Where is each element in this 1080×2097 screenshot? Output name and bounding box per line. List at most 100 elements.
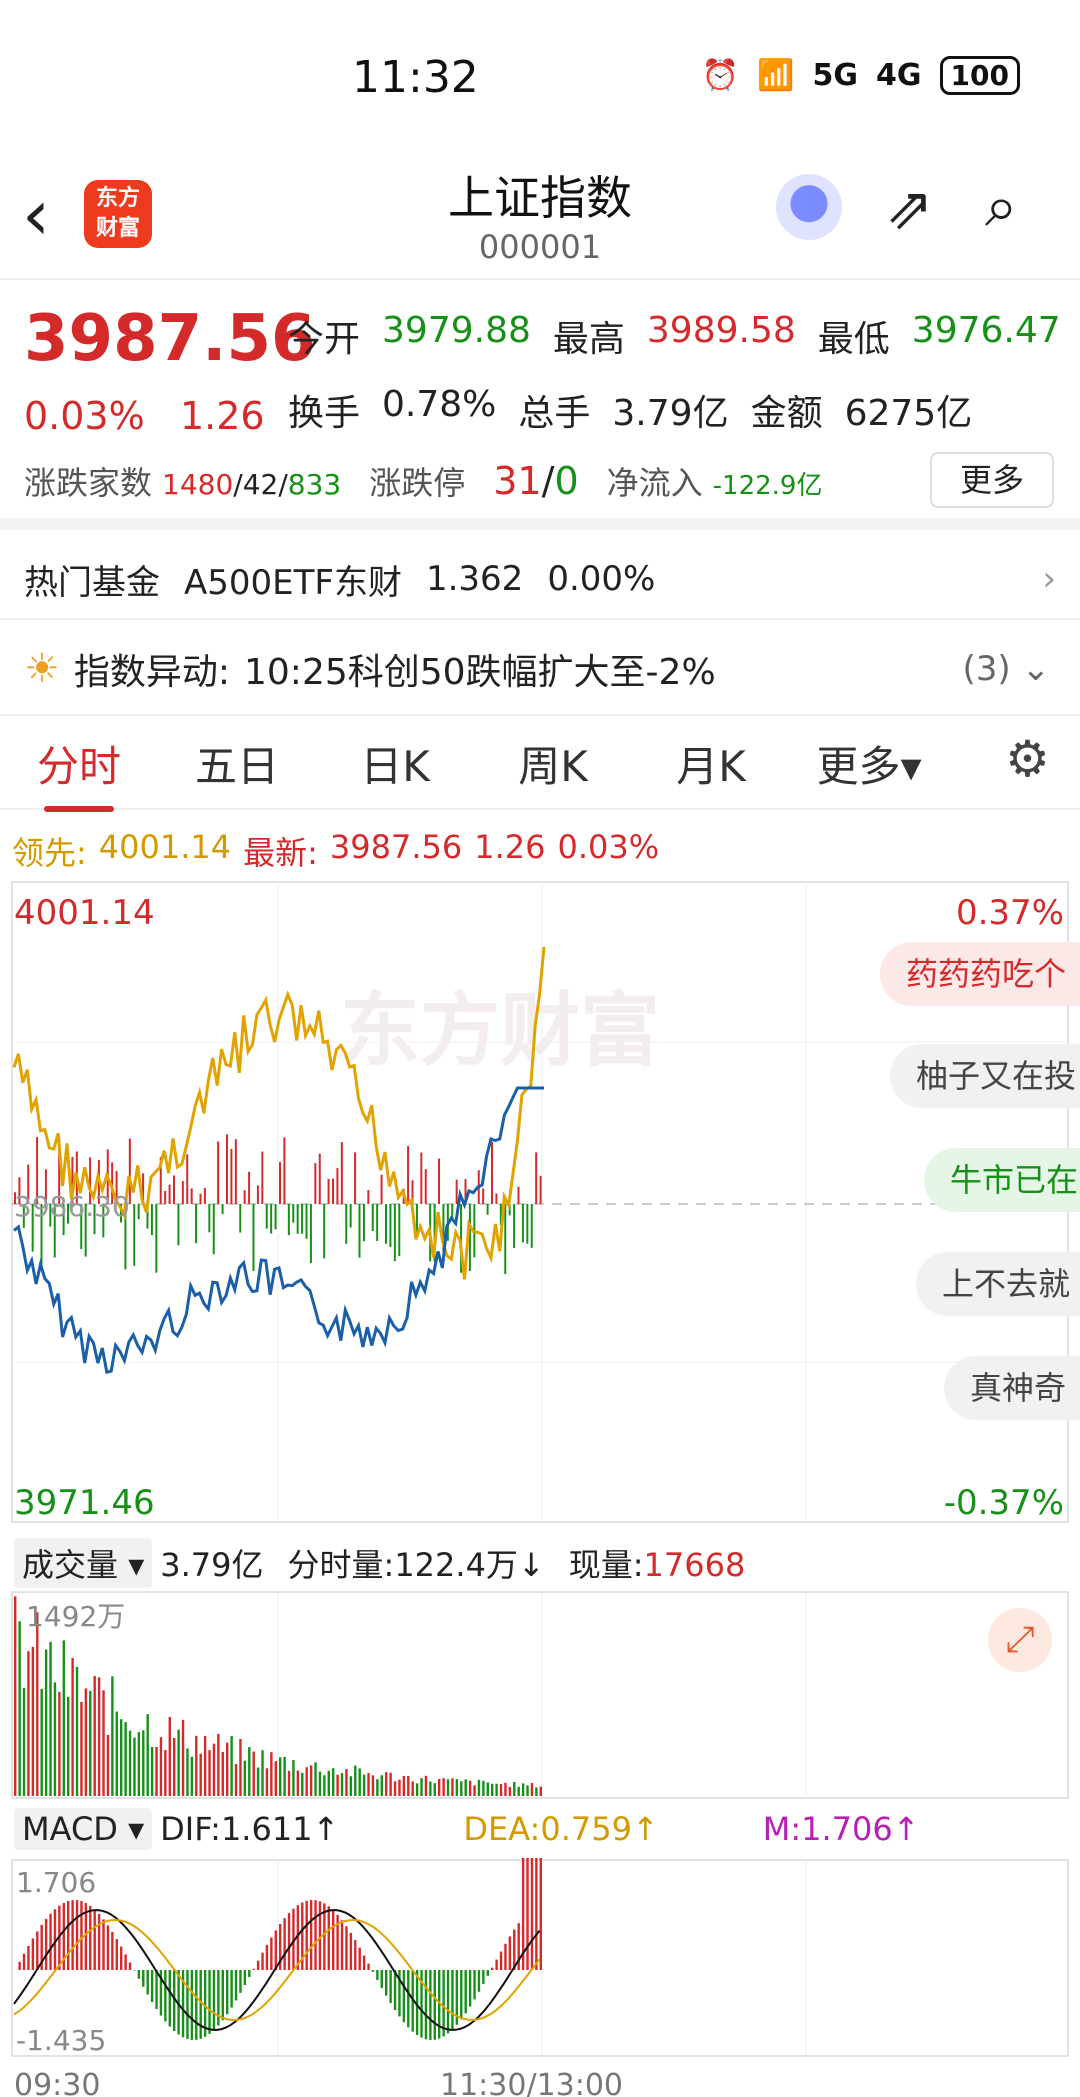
volume-bar: [212, 1743, 216, 1796]
volume-bar: [18, 1621, 21, 1796]
intraday-volume-bar: [349, 1204, 352, 1228]
volume-bar: [354, 1765, 357, 1796]
macd-bar: [318, 1901, 322, 1970]
volume-bar: [415, 1783, 419, 1796]
comment-bubble[interactable]: 真神奇: [944, 1356, 1080, 1420]
tab-five-day[interactable]: 五日: [158, 733, 316, 794]
volume-bar: [455, 1779, 459, 1796]
volume-bar: [252, 1751, 255, 1796]
volume-chart[interactable]: 1492万: [0, 1590, 1080, 1800]
macd-bar: [230, 1970, 233, 2008]
macd-bar: [460, 1970, 463, 2020]
macd-bar: [508, 1936, 512, 1970]
intraday-volume-bar: [239, 1204, 242, 1233]
volume-bar: [111, 1676, 114, 1796]
macd-bar: [283, 1918, 286, 1970]
volume-bar: [287, 1770, 291, 1796]
volume-value: 3.79亿: [612, 393, 729, 434]
intraday-volume-bar: [287, 1204, 290, 1236]
volume-bar: [36, 1612, 39, 1796]
index-alert-row[interactable]: ☀ 指数异动: 10:25科创50跌幅扩大至-2% (3) ⌄: [0, 624, 1080, 716]
comment-bubble[interactable]: 柚子又在投: [890, 1044, 1080, 1108]
macd-bar: [442, 1970, 445, 2037]
tab-intraday[interactable]: 分时: [0, 733, 158, 812]
macd-chart[interactable]: 1.706 -1.435: [0, 1858, 1080, 2058]
hot-fund-row[interactable]: 热门基金 A500ETF东财 1.362 0.00% ›: [0, 540, 1080, 620]
share-icon[interactable]: ⇗: [885, 174, 934, 242]
macd-bar: [371, 1970, 375, 1972]
volume-bar: [362, 1774, 366, 1796]
volume-selector[interactable]: 成交量 ▾: [14, 1538, 153, 1588]
volume-bar: [367, 1772, 370, 1796]
intraday-volume-bar: [340, 1142, 343, 1204]
tab-daily-k[interactable]: 日K: [316, 733, 474, 794]
macd-bar: [385, 1970, 388, 1996]
volume-bar: [168, 1716, 171, 1796]
volume-bar: [504, 1782, 507, 1796]
intraday-volume-bar: [226, 1134, 228, 1204]
up-count: 1480: [162, 468, 234, 501]
current-price: 3987.56: [24, 302, 316, 376]
macd-bar: [18, 1961, 21, 1970]
macd-bar: [464, 1970, 467, 2014]
macd-dif: DIF:1.611↑: [160, 1810, 340, 1848]
macd-bar: [199, 1970, 202, 2039]
intraday-volume-bar: [336, 1168, 339, 1204]
lead-label: 领先:: [12, 834, 87, 872]
watermark: 东方财富: [340, 984, 660, 1077]
volume-bar: [292, 1760, 295, 1796]
macd-bar: [261, 1952, 264, 1970]
chevron-right-icon: ›: [1042, 559, 1056, 599]
volume-bar: [97, 1677, 101, 1796]
macd-bar: [22, 1953, 26, 1970]
intraday-volume-bar: [265, 1204, 268, 1229]
volume-bar: [508, 1787, 512, 1796]
latest-pct: 0.03%: [557, 828, 660, 866]
macd-bar: [327, 1906, 330, 1970]
volume-bar: [128, 1730, 132, 1796]
volume-bar: [84, 1688, 88, 1796]
volume-bar: [468, 1780, 472, 1796]
more-button[interactable]: 更多: [930, 452, 1054, 508]
volume-bar: [517, 1786, 520, 1796]
macd-bar: [354, 1940, 357, 1970]
assistant-robot-icon[interactable]: [776, 174, 842, 240]
volume-bar: [473, 1785, 476, 1796]
volume-bar: [186, 1748, 189, 1796]
macd-bar: [265, 1944, 269, 1970]
fund-name: A500ETF东财: [184, 562, 402, 603]
volume-bar: [226, 1742, 229, 1796]
gear-icon[interactable]: ⚙: [1005, 730, 1050, 788]
intraday-volume-bar: [438, 1158, 440, 1204]
macd-selector[interactable]: MACD ▾: [14, 1808, 153, 1850]
volume-bar: [464, 1779, 467, 1796]
volume-bar: [301, 1772, 304, 1796]
comment-bubble[interactable]: 药药药吃个: [880, 942, 1080, 1006]
intraday-volume-bar: [504, 1204, 507, 1274]
intraday-volume-bar: [292, 1204, 295, 1223]
app-header: ‹ 东方 财富 上证指数 000001 ⇗ ⌕: [0, 150, 1080, 280]
comment-bubble[interactable]: 牛市已在: [924, 1148, 1080, 1212]
volume-bar: [181, 1719, 185, 1796]
tab-monthly-k[interactable]: 月K: [632, 733, 790, 794]
search-icon[interactable]: ⌕: [985, 172, 1017, 241]
intraday-volume-bar: [274, 1204, 277, 1230]
quote-panel: 3987.56 0.03% 1.26 今开 3979.88 最高 3989.58 最…: [0, 280, 1080, 530]
wifi-icon: 📶: [757, 58, 795, 93]
quote-row-1: 今开 3979.88 最高 3989.58 最低 3976.47: [288, 310, 1061, 362]
macd-bar: [208, 1970, 211, 2034]
intraday-volume-bar: [535, 1152, 538, 1204]
macd-bar: [248, 1970, 251, 1977]
updown-label: 涨跌家数: [24, 464, 153, 502]
volume-bar: [62, 1640, 65, 1796]
alert-count[interactable]: (3) ⌄: [963, 649, 1050, 689]
volume-bar: [93, 1676, 96, 1796]
volume-bar: [482, 1780, 485, 1796]
tab-weekly-k[interactable]: 周K: [474, 733, 632, 794]
volume-bar: [256, 1767, 260, 1796]
intraday-volume-bar: [424, 1169, 427, 1204]
expand-icon[interactable]: ⤢: [988, 1608, 1052, 1672]
comment-bubble[interactable]: 上不去就: [916, 1252, 1080, 1316]
volume-bar: [486, 1782, 489, 1796]
tab-more[interactable]: 更多▾: [790, 733, 948, 794]
